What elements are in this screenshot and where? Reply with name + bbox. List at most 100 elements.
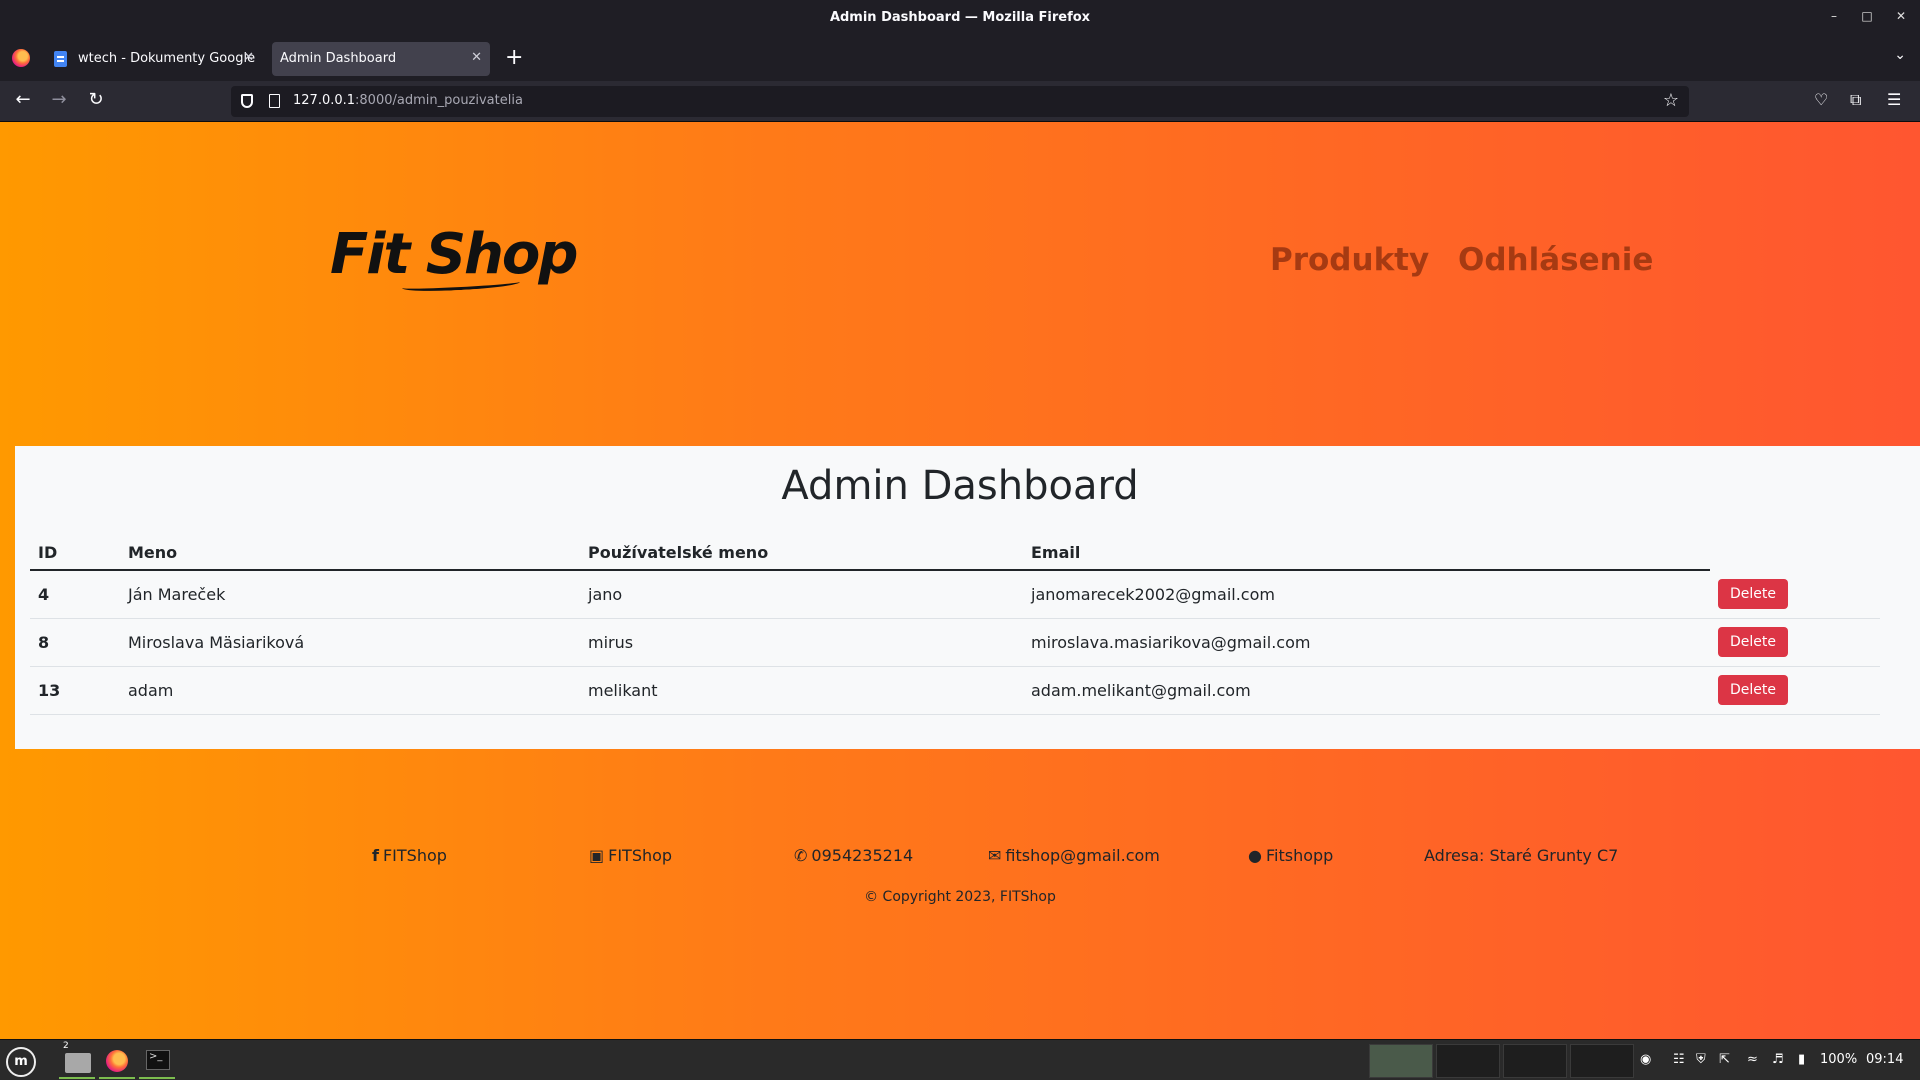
instagram-icon: ▣ bbox=[589, 846, 605, 865]
footer-email[interactable]: ✉ fitshop@gmail.com bbox=[988, 846, 1160, 865]
battery-percent: 100% bbox=[1820, 1052, 1858, 1067]
nav-link-odhlasenie[interactable]: Odhlásenie bbox=[1458, 242, 1653, 278]
table-header-row: ID Meno Používatelské meno Email bbox=[30, 536, 1880, 571]
clipboard-icon[interactable]: ☷ bbox=[1673, 1052, 1685, 1067]
close-window-icon[interactable]: ✕ bbox=[1892, 9, 1910, 23]
close-tab-icon[interactable]: ✕ bbox=[471, 50, 482, 65]
footer-facebook[interactable]: f FITShop bbox=[372, 846, 447, 865]
table-row: 8 Miroslava Mäsiariková mirus miroslava.… bbox=[30, 618, 1880, 667]
extensions-icon[interactable]: ⧉ bbox=[1850, 90, 1861, 110]
firefox-icon[interactable] bbox=[12, 49, 30, 67]
wifi-icon[interactable]: ≈ bbox=[1747, 1052, 1758, 1067]
cell-id: 13 bbox=[30, 666, 120, 715]
cell-email: miroslava.masiarikova@gmail.com bbox=[1023, 618, 1710, 667]
firefox-app-button[interactable] bbox=[99, 1043, 135, 1079]
volume-icon[interactable]: ♬ bbox=[1772, 1052, 1784, 1067]
delete-button[interactable]: Delete bbox=[1718, 578, 1788, 609]
users-table: ID Meno Používatelské meno Email 4 Ján M… bbox=[30, 536, 1880, 715]
admin-panel: Admin Dashboard ID Meno Používatelské me… bbox=[15, 446, 1920, 749]
window-title: Admin Dashboard — Mozilla Firefox bbox=[829, 10, 1091, 25]
footer-phone[interactable]: ✆ 0954235214 bbox=[794, 846, 913, 865]
column-header-email: Email bbox=[1023, 536, 1710, 571]
discord-icon[interactable]: ◉ bbox=[1640, 1052, 1651, 1067]
delete-button[interactable]: Delete bbox=[1718, 627, 1788, 657]
app-menu-icon[interactable]: ☰ bbox=[1887, 90, 1901, 109]
start-menu-icon[interactable]: m bbox=[6, 1047, 36, 1077]
update-icon[interactable]: ⇱ bbox=[1719, 1052, 1730, 1067]
workspace-3[interactable] bbox=[1503, 1044, 1567, 1078]
tab-label: wtech - Dokumenty Google bbox=[78, 51, 256, 66]
minimize-icon[interactable]: – bbox=[1825, 9, 1843, 23]
column-header-name: Meno bbox=[120, 536, 580, 571]
column-header-username: Používatelské meno bbox=[580, 536, 1023, 571]
cell-actions: Delete bbox=[1710, 666, 1880, 715]
navigation-toolbar: ← → ↻ 127.0.0.1:8000/admin_pouzivatelia … bbox=[0, 81, 1920, 122]
running-indicator bbox=[99, 1077, 135, 1079]
back-arrow-icon[interactable]: ← bbox=[11, 89, 35, 110]
terminal-icon: >_ bbox=[146, 1050, 170, 1070]
footer-address: Adresa: Staré Grunty C7 bbox=[1424, 846, 1619, 865]
phone-icon: ✆ bbox=[794, 846, 808, 865]
google-docs-icon bbox=[54, 51, 67, 67]
cell-name: Miroslava Mäsiariková bbox=[120, 618, 580, 667]
pocket-icon[interactable]: ♡ bbox=[1814, 90, 1828, 109]
files-app-button[interactable]: 2 bbox=[59, 1041, 95, 1079]
terminal-app-button[interactable]: >_ bbox=[139, 1043, 175, 1079]
site-logo[interactable]: Fit Shop bbox=[330, 222, 578, 287]
user-circle-icon: ● bbox=[1248, 846, 1262, 865]
footer-instagram[interactable]: ▣ FITShop bbox=[589, 846, 672, 865]
running-indicator bbox=[59, 1077, 95, 1079]
cell-username: jano bbox=[580, 570, 1023, 619]
new-tab-icon[interactable]: + bbox=[505, 45, 523, 70]
list-tabs-chevron-icon[interactable]: ⌄ bbox=[1894, 47, 1906, 63]
cell-id: 4 bbox=[30, 570, 120, 619]
reload-icon[interactable]: ↻ bbox=[84, 89, 108, 110]
tab-strip: wtech - Dokumenty Google ✕ Admin Dashboa… bbox=[0, 37, 1920, 81]
site-nav: Produkty Odhlásenie bbox=[1270, 242, 1671, 278]
column-header-actions bbox=[1710, 536, 1880, 570]
bookmark-star-icon[interactable]: ☆ bbox=[1663, 90, 1679, 111]
cell-actions: Delete bbox=[1710, 570, 1880, 619]
table-row: 4 Ján Mareček jano janomarecek2002@gmail… bbox=[30, 570, 1880, 619]
forward-arrow-icon[interactable]: → bbox=[47, 89, 71, 110]
envelope-icon: ✉ bbox=[988, 846, 1002, 865]
copyright: © Copyright 2023, FITShop bbox=[864, 889, 1056, 905]
tab-admin-dashboard[interactable]: Admin Dashboard ✕ bbox=[272, 42, 490, 76]
shield-tray-icon[interactable]: ⛨ bbox=[1696, 1052, 1706, 1067]
folder-icon bbox=[65, 1053, 91, 1073]
files-badge: 2 bbox=[63, 1041, 69, 1051]
tab-label: Admin Dashboard bbox=[280, 51, 397, 66]
url-bar[interactable]: 127.0.0.1:8000/admin_pouzivatelia ☆ bbox=[231, 86, 1689, 117]
page-content: Fit Shop Produkty Odhlásenie Admin Dashb… bbox=[0, 122, 1920, 1039]
facebook-icon: f bbox=[372, 846, 379, 865]
table-row: 13 adam melikant adam.melikant@gmail.com… bbox=[30, 666, 1880, 715]
page-title: Admin Dashboard bbox=[781, 463, 1139, 509]
cell-username: melikant bbox=[580, 666, 1023, 715]
clock[interactable]: 09:14 bbox=[1866, 1052, 1903, 1067]
maximize-icon[interactable]: □ bbox=[1858, 9, 1876, 23]
running-indicator bbox=[139, 1077, 175, 1079]
workspace-4[interactable] bbox=[1570, 1044, 1634, 1078]
cell-email: adam.melikant@gmail.com bbox=[1023, 666, 1710, 715]
column-header-id: ID bbox=[30, 536, 120, 571]
close-tab-icon[interactable]: ✕ bbox=[243, 50, 254, 65]
cell-username: mirus bbox=[580, 618, 1023, 667]
cell-email: janomarecek2002@gmail.com bbox=[1023, 570, 1710, 619]
footer-other[interactable]: ● Fitshopp bbox=[1248, 846, 1333, 865]
shield-icon[interactable] bbox=[241, 94, 253, 108]
tab-google-docs[interactable]: wtech - Dokumenty Google ✕ bbox=[44, 42, 262, 76]
cell-name: Ján Mareček bbox=[120, 570, 580, 619]
battery-icon[interactable]: ▮ bbox=[1798, 1052, 1805, 1067]
firefox-icon bbox=[106, 1050, 128, 1072]
workspace-2[interactable] bbox=[1436, 1044, 1500, 1078]
url-text[interactable]: 127.0.0.1:8000/admin_pouzivatelia bbox=[293, 93, 523, 108]
cell-actions: Delete bbox=[1710, 618, 1880, 667]
nav-link-produkty[interactable]: Produkty bbox=[1270, 242, 1429, 278]
taskbar: m 2 >_ ◉ ☷ ⛨ ⇱ ≈ ♬ ▮ 100% 09:14 bbox=[0, 1039, 1920, 1080]
window-titlebar: Admin Dashboard — Mozilla Firefox – □ ✕ bbox=[0, 0, 1920, 37]
page-info-icon[interactable] bbox=[269, 94, 280, 108]
delete-button[interactable]: Delete bbox=[1718, 675, 1788, 705]
workspace-1[interactable] bbox=[1369, 1044, 1433, 1078]
cell-name: adam bbox=[120, 666, 580, 715]
cell-id: 8 bbox=[30, 618, 120, 667]
